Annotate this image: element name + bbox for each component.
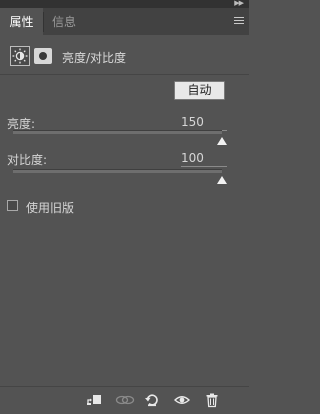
double-chevron-right-icon[interactable]: ▶▶ <box>234 0 244 7</box>
reset-icon[interactable] <box>144 392 160 408</box>
view-previous-state-icon[interactable] <box>115 392 135 408</box>
panel-footer <box>0 386 249 414</box>
legacy-checkbox[interactable] <box>7 200 18 211</box>
auto-button[interactable]: 自动 <box>174 81 225 100</box>
brightness-slider-track[interactable] <box>13 130 222 134</box>
adjustment-header: 亮度/对比度 <box>0 44 249 72</box>
footer-divider <box>0 386 249 387</box>
brightness-slider-thumb[interactable] <box>217 137 227 145</box>
tab-properties[interactable]: 属性 <box>0 8 43 35</box>
legacy-checkbox-label: 使用旧版 <box>26 201 75 215</box>
contrast-label: 对比度: <box>7 153 48 167</box>
panel-titlebar: ▶▶ <box>0 0 249 8</box>
contrast-value-input[interactable]: 100 <box>181 151 227 167</box>
clip-to-layer-icon[interactable] <box>86 392 102 408</box>
brightness-value-input[interactable]: 150 <box>181 115 227 131</box>
layer-mask-icon[interactable] <box>34 48 52 64</box>
header-divider <box>0 74 249 75</box>
tab-info[interactable]: 信息 <box>44 8 84 35</box>
panel-menu-icon[interactable] <box>234 17 244 26</box>
eye-icon[interactable] <box>173 392 191 408</box>
contrast-slider-track[interactable] <box>13 169 222 173</box>
trash-icon[interactable] <box>204 392 220 408</box>
adjustment-title: 亮度/对比度 <box>62 51 127 65</box>
panel-tab-bar: 属性 信息 <box>0 8 249 35</box>
brightness-sun-icon <box>10 46 30 66</box>
contrast-slider-thumb[interactable] <box>217 176 227 184</box>
